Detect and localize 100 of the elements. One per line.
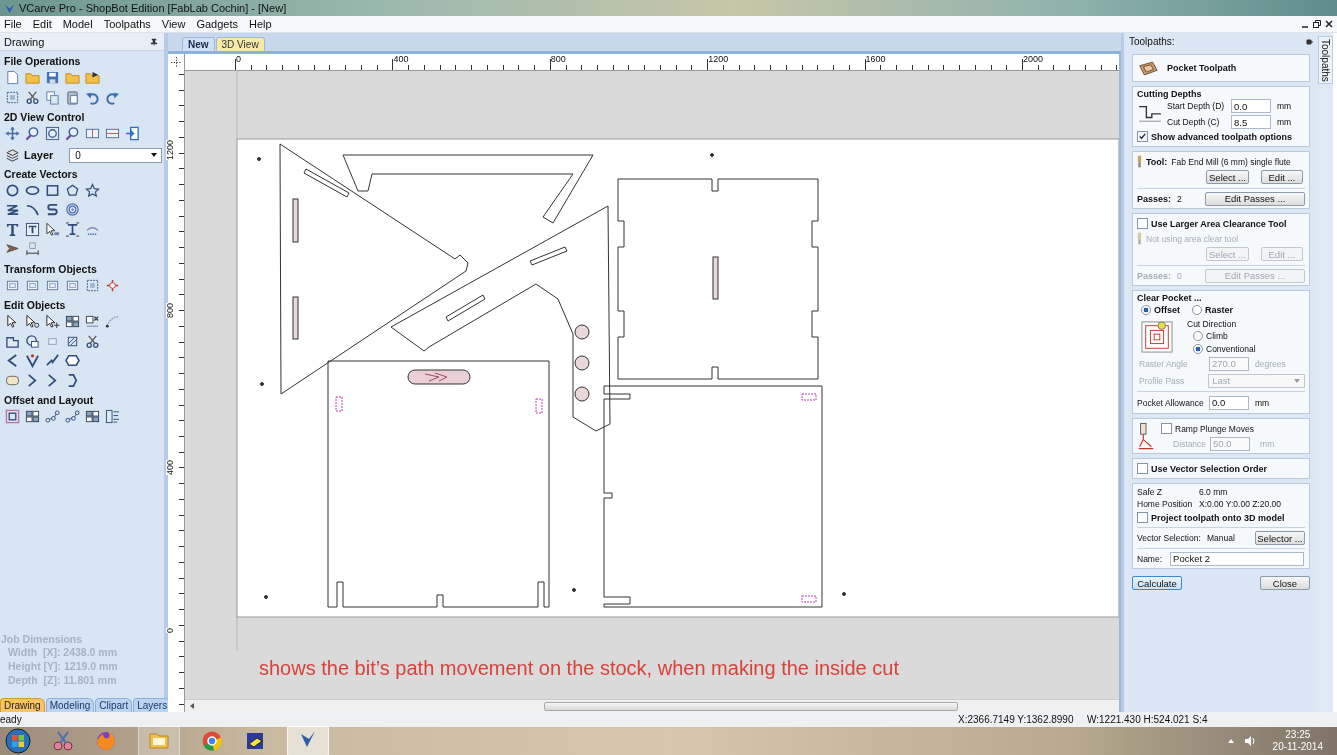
select-frame-icon[interactable] (5, 89, 20, 105)
nodes-icon[interactable] (45, 409, 60, 425)
menu-item[interactable]: View (157, 18, 193, 30)
text-tool-icon[interactable] (5, 221, 20, 237)
circle-icon[interactable] (5, 182, 20, 198)
layer-dropdown[interactable]: 0 (69, 147, 163, 163)
frame-icon[interactable] (85, 277, 100, 293)
start-depth-field[interactable]: 0.0 (1231, 99, 1271, 113)
grid-icon[interactable] (25, 409, 40, 425)
pocket-allowance-field[interactable]: 0.0 (1209, 395, 1249, 410)
dimension-icon[interactable] (25, 241, 40, 257)
v-node-icon[interactable] (25, 353, 40, 369)
arc-icon[interactable] (25, 202, 40, 218)
panel-title: Toolpaths: (1129, 36, 1175, 47)
browser-icon[interactable] (95, 730, 117, 752)
offset-pattern-icon (1141, 321, 1173, 353)
panel-tab[interactable]: Modeling (45, 698, 95, 712)
text-frame-icon[interactable] (65, 221, 80, 237)
dialog-button[interactable]: Close (1260, 576, 1310, 590)
panel-tab[interactable]: Clipart (95, 698, 133, 712)
target-icon[interactable] (105, 277, 120, 293)
view-tab[interactable]: New (182, 37, 215, 51)
pin-icon[interactable] (150, 37, 158, 46)
hexagon-icon[interactable] (65, 353, 80, 369)
radio-button[interactable] (1193, 330, 1203, 341)
grid-icon[interactable] (65, 314, 80, 330)
machine-icon[interactable] (244, 730, 266, 752)
pointer-plus-icon[interactable] (45, 314, 60, 330)
nodes-icon[interactable] (65, 409, 80, 425)
bracket-icon[interactable] (45, 372, 60, 388)
horizontal-scrollbar[interactable] (185, 699, 1119, 712)
view-tab[interactable]: 3D View (215, 37, 265, 51)
clock-date[interactable]: 20-11-2014 (1272, 741, 1323, 753)
grid-icon[interactable] (85, 409, 100, 425)
name-field[interactable]: Pocket 2 (1170, 551, 1305, 566)
restore-icon[interactable] (1312, 19, 1322, 29)
radio-button[interactable] (1193, 343, 1203, 354)
polyline-icon[interactable] (45, 353, 60, 369)
menu-item[interactable]: Gadgets (192, 18, 245, 30)
menu-item[interactable]: File (0, 18, 29, 30)
checkbox[interactable] (1137, 131, 1148, 142)
star-icon[interactable] (85, 182, 100, 198)
caption-text: shows the bit’s path movement on the stock, when making the inside cut (259, 656, 899, 680)
rectangle-icon[interactable] (45, 182, 60, 198)
node-pointer-icon[interactable] (25, 314, 40, 330)
start-button[interactable] (5, 728, 31, 754)
menu-item[interactable]: Edit (28, 18, 59, 30)
paste-icon[interactable] (65, 89, 80, 105)
nest-icon[interactable] (105, 409, 120, 425)
cut-depth-field[interactable]: 8.5 (1231, 115, 1271, 129)
edit-passes-button[interactable]: Edit Passes ... (1205, 191, 1305, 206)
zoom-icon[interactable] (25, 126, 40, 142)
checkbox[interactable] (1137, 463, 1148, 474)
checkbox-label: Show advanced toolpath options (1151, 131, 1292, 142)
tray-arrow-icon[interactable] (1226, 737, 1235, 745)
menu-item[interactable]: Toolpaths (99, 18, 158, 30)
scroll-left-icon[interactable] (189, 702, 195, 710)
select-button[interactable]: Select ... (1206, 170, 1249, 184)
save-icon[interactable] (45, 70, 60, 86)
panel-tab[interactable]: Drawing (0, 698, 45, 712)
checkbox[interactable] (1137, 512, 1148, 523)
radio-button[interactable] (1192, 305, 1202, 315)
scrollbar-thumb[interactable] (544, 702, 958, 711)
zigzag-icon[interactable] (5, 202, 20, 218)
clock-time[interactable]: 23:25 (1285, 729, 1311, 741)
curve-icon[interactable] (105, 314, 120, 330)
browser-icon[interactable] (201, 730, 223, 752)
new-file-icon[interactable] (5, 70, 20, 86)
pin-icon[interactable] (1306, 37, 1314, 46)
text-box-icon[interactable] (25, 221, 40, 237)
zoom-icon[interactable] (65, 126, 80, 142)
folder-icon[interactable] (85, 70, 100, 86)
ruler-label: 800 (166, 302, 175, 318)
parts-drawing[interactable] (257, 143, 846, 608)
close-icon[interactable] (1324, 19, 1334, 29)
offset-icon[interactable] (5, 409, 20, 425)
edit-button[interactable]: Edit ... (1261, 170, 1303, 184)
menu-item[interactable]: Model (58, 18, 100, 30)
chevron-icon[interactable] (5, 353, 20, 369)
zoom-box-icon[interactable] (45, 126, 60, 142)
move-icon[interactable] (5, 126, 20, 142)
bracket-icon[interactable] (25, 372, 40, 388)
side-tab[interactable]: Toolpaths (1318, 36, 1333, 84)
radio-label: Conventional (1206, 343, 1256, 354)
spiral-icon[interactable] (65, 202, 80, 218)
pointer-icon[interactable] (45, 221, 60, 237)
grid-x-icon[interactable] (85, 314, 100, 330)
radio-button[interactable] (1141, 305, 1151, 315)
shape-icon[interactable] (25, 333, 40, 349)
s-curve-icon[interactable] (45, 202, 60, 218)
pentagon-icon[interactable] (65, 182, 80, 198)
dialog-button[interactable]: Calculate (1132, 576, 1182, 590)
speaker-icon[interactable] (1243, 735, 1256, 747)
copy-icon[interactable] (45, 89, 60, 105)
scissors-icon[interactable] (25, 89, 40, 105)
scissors-icon[interactable] (85, 333, 100, 349)
menu-item[interactable]: Help (245, 18, 279, 30)
selector-button[interactable]: Selector ... (1255, 531, 1305, 545)
exit-view-icon[interactable] (125, 126, 140, 142)
scissors-icon[interactable] (52, 730, 74, 752)
